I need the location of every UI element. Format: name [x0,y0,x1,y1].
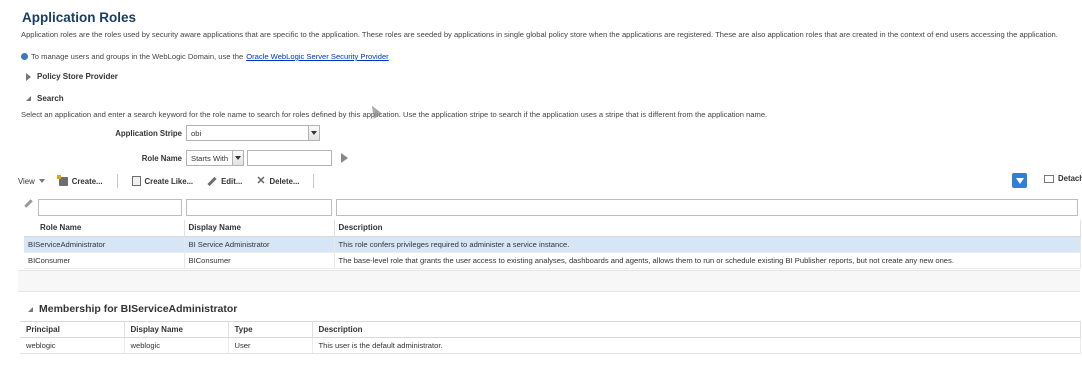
role-name-cell: BIServiceAdministrator [24,236,185,253]
table-row[interactable]: BIServiceAdministrator BI Service Admini… [24,236,1081,253]
role-name-filter-input[interactable] [38,198,182,216]
column-header-principal[interactable]: Principal [20,321,125,338]
table-header-row: Principal Display Name Type Description [20,321,1081,338]
column-header-role-name[interactable]: Role Name [24,220,185,237]
column-header-display-name[interactable]: Display Name [184,220,335,237]
view-menu-label: View [18,176,35,186]
weblogic-security-provider-link[interactable]: Oracle WebLogic Server Security Provider [246,52,389,61]
manage-users-note: To manage users and groups in the WebLog… [21,52,389,61]
chevron-down-icon[interactable] [308,126,319,140]
edit-button[interactable]: Edit... [207,176,243,186]
membership-title: Membership for BIServiceAdministrator [39,303,238,315]
principal-cell: weblogic [20,337,125,354]
type-cell: User [228,337,313,354]
role-name-operator-select[interactable]: Starts With [186,150,244,166]
pencil-icon [207,176,217,186]
display-name-filter-input[interactable] [186,198,332,216]
display-name-cell: BI Service Administrator [184,236,335,253]
application-stripe-label: Application Stripe [115,129,182,138]
membership-table: Principal Display Name Type Description … [20,321,1081,354]
create-like-icon [131,176,141,186]
role-name-operator-value: Starts With [191,153,229,163]
column-header-display-name[interactable]: Display Name [124,321,229,338]
display-name-cell: weblogic [124,337,229,354]
create-button[interactable]: Create... [56,174,103,186]
search-go-icon[interactable] [341,153,348,163]
table-header-row: Role Name Display Name Description [24,220,1081,237]
application-stripe-value: obi [191,128,202,138]
create-like-button[interactable]: Create Like... [131,176,194,186]
detach-button-label: Detach [1058,174,1082,183]
query-by-example-icon[interactable] [1012,173,1027,188]
description-cell: This role confers privileges required to… [334,236,1081,253]
table-empty-area [18,270,1080,292]
search-section-label: Search [37,94,64,103]
search-section-toggle[interactable]: Search [26,94,64,103]
application-stripe-select[interactable]: obi [186,125,320,141]
description-filter-input[interactable] [336,198,1078,216]
chevron-down-icon[interactable] [232,151,243,165]
roles-table: Role Name Display Name Description BISer… [24,194,1081,269]
delete-button-label: Delete... [269,176,300,186]
view-menu[interactable]: View [18,177,45,186]
info-icon [21,53,28,60]
toolbar-divider [313,174,315,188]
page-description: Application roles are the roles used by … [21,30,1058,39]
column-header-description[interactable]: Description [334,220,1081,237]
table-row[interactable]: weblogic weblogic User This user is the … [20,337,1081,354]
policy-store-provider-toggle[interactable]: Policy Store Provider [26,72,118,81]
collapse-icon [28,306,33,312]
detach-button[interactable]: Detach [1044,174,1082,183]
role-name-cell: BIConsumer [24,252,185,269]
table-row[interactable]: BIConsumer BIConsumer The base-level rol… [24,252,1081,269]
delete-x-icon: ✕ [256,175,266,187]
description-cell: The base-level role that grants the user… [334,252,1081,269]
delete-button[interactable]: ✕ Delete... [256,175,300,187]
membership-section-toggle[interactable]: Membership for BIServiceAdministrator [28,303,237,315]
edit-button-label: Edit... [221,176,243,186]
expand-icon [26,72,31,81]
column-header-type[interactable]: Type [228,321,313,338]
description-cell: This user is the default administrator. [312,337,1081,354]
display-name-cell: BIConsumer [184,252,335,269]
roles-toolbar: View Create... Create Like... Edit... ✕ … [18,170,1082,192]
create-like-button-label: Create Like... [144,176,194,186]
page-title: Application Roles [22,10,137,25]
role-name-input[interactable] [247,150,332,166]
filter-row [24,194,1080,220]
search-hint: Select an application and enter a search… [21,110,768,119]
manage-users-text: To manage users and groups in the WebLog… [31,52,244,61]
column-header-description[interactable]: Description [312,321,1081,338]
chevron-down-icon [38,179,45,183]
create-button-label: Create... [71,176,103,186]
policy-store-provider-label: Policy Store Provider [37,72,118,81]
toolbar-divider [116,174,118,188]
collapse-icon [26,96,31,101]
detach-icon [1044,174,1054,183]
role-name-label: Role Name [141,154,182,163]
create-icon [56,174,68,186]
